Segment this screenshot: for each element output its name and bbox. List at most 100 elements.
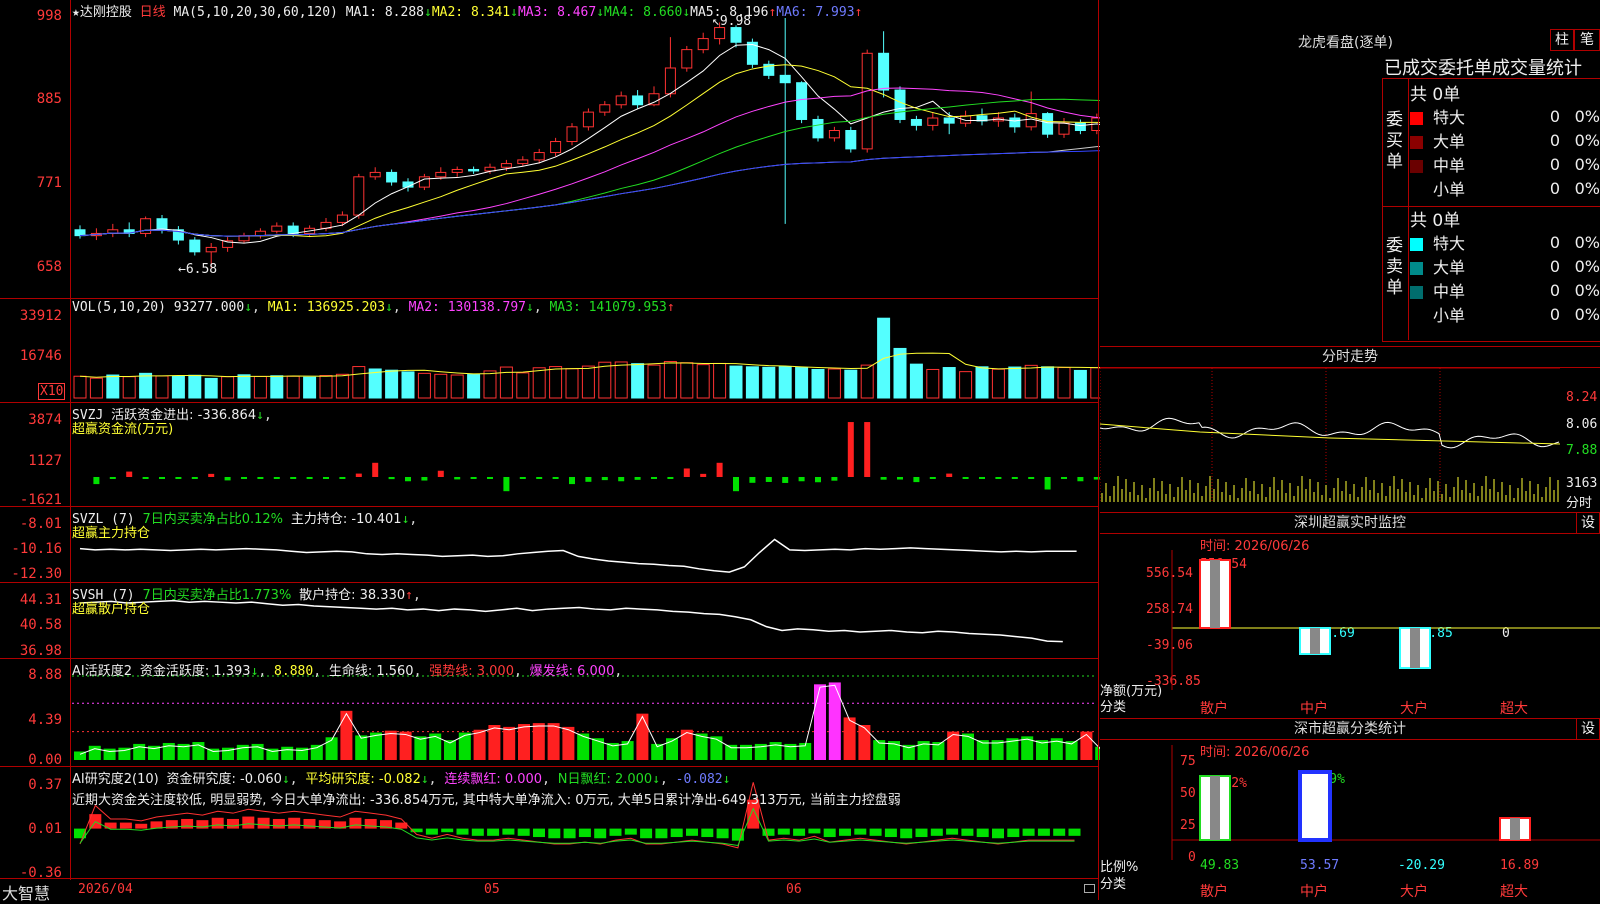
svsh-position: 散户持仓: 38.330 <box>299 588 406 603</box>
research-bar <box>823 828 836 838</box>
candle-body <box>189 239 201 253</box>
volume-bar <box>221 376 235 399</box>
research-bar <box>257 817 270 829</box>
candle-body <box>828 130 840 139</box>
research-bar <box>364 818 377 829</box>
volume-bar <box>417 372 431 399</box>
fund-flow-bar <box>159 476 165 479</box>
row-value: 0 <box>1549 256 1560 276</box>
svsh-subtitle: 超赢散户持仓 <box>72 602 151 617</box>
fund-flow-bar <box>257 476 264 479</box>
row-label: 中单 <box>1433 282 1466 301</box>
research-bar <box>670 828 683 838</box>
activity-bar <box>325 737 338 760</box>
volume-bar <box>89 377 103 399</box>
fund-flow-bar <box>437 470 444 477</box>
svsh-tick-2: 40.58 <box>19 617 62 633</box>
svzl-arrow: ↓ <box>401 512 410 527</box>
bar-mode-button[interactable]: 柱 <box>1550 29 1574 51</box>
activity-bar <box>488 725 501 760</box>
buy-stats-table: 特大 0 0% 大单 0 0% 中单 0 0% 小单 0 0% <box>1410 104 1600 200</box>
volume-bar <box>401 371 415 399</box>
volume-bar <box>860 364 874 399</box>
volume-bar <box>319 375 333 399</box>
volume-bar <box>106 374 120 399</box>
fund-flow-bar <box>208 473 215 477</box>
volume-bar <box>795 367 809 399</box>
sell-side-label: 委卖单 <box>1386 236 1403 298</box>
volume-bar <box>73 375 87 399</box>
svzj-tick-2: 1127 <box>28 453 62 469</box>
main-position-line <box>79 538 1077 573</box>
lock-icon[interactable] <box>1084 884 1095 893</box>
color-swatch-none <box>1410 184 1423 197</box>
vol-ma1-arrow: ↓ <box>385 300 393 315</box>
activity-bar <box>310 744 323 760</box>
period-label[interactable]: 日线 <box>140 5 166 20</box>
color-swatch-darkred <box>1410 136 1423 149</box>
activity-bar <box>355 735 368 760</box>
research-bar <box>1022 828 1035 836</box>
research-bar <box>884 828 897 838</box>
research-bar <box>854 828 867 835</box>
fund-flow-bar <box>651 476 657 479</box>
vol-ma2-arrow: ↓ <box>525 300 534 315</box>
vol-ma1: MA1: 136925.203 <box>267 300 386 315</box>
volume-bar <box>811 368 825 399</box>
price-tick-4: 658 <box>36 259 62 275</box>
fund-flow-bar <box>897 476 903 480</box>
row-pct: 0% <box>1574 178 1600 198</box>
candle-body <box>386 171 398 183</box>
candle-body <box>779 74 791 84</box>
candle-body <box>599 104 611 113</box>
candle-body <box>1009 117 1021 128</box>
volume-bar <box>909 363 923 399</box>
fund-flow-bar <box>355 473 362 477</box>
activity-bar <box>518 724 530 760</box>
research-bar <box>1007 828 1020 838</box>
candle-body <box>714 27 726 40</box>
activity-bar <box>1080 731 1093 760</box>
candle-body <box>336 214 348 223</box>
ai-research-tick-2: 0.01 <box>28 821 62 837</box>
ai-active-tick-1: 8.88 <box>28 667 62 683</box>
fund-flow-bar <box>1061 476 1067 479</box>
volume-bar <box>139 372 153 399</box>
fund-flow-bar <box>241 476 247 479</box>
buy-row-m: 中单 0 0% <box>1410 152 1600 176</box>
row-pct: 0% <box>1574 232 1600 252</box>
tick-mode-button[interactable]: 笔 <box>1574 29 1600 51</box>
svzl-position: 主力持仓: -10.401 <box>290 512 402 527</box>
fund-flow-bar <box>323 476 329 479</box>
buy-row-xl: 特大 0 0% <box>1410 104 1600 128</box>
sell-total: 共 0单 <box>1410 211 1461 231</box>
vol-tick-2: 16746 <box>19 348 62 364</box>
activity-bar <box>710 736 723 760</box>
volume-bar <box>631 363 645 399</box>
research-bar <box>686 828 698 836</box>
vol-ma3: MA3: 141079.953 <box>549 300 667 315</box>
research-bar <box>594 828 607 839</box>
svzj-tick-1: 3874 <box>28 412 62 428</box>
indicator-charts <box>72 18 1100 849</box>
research-bar <box>839 828 851 836</box>
fund-flow-bar <box>191 476 198 479</box>
activity-bar <box>88 745 101 760</box>
brand-label[interactable]: 大智慧 <box>2 880 50 904</box>
activity-bar <box>814 684 826 760</box>
volume-bar <box>762 366 776 399</box>
strong-line-value: 强势线: 3.000 <box>429 664 514 679</box>
volume-bar <box>188 374 202 399</box>
volume-bar <box>499 366 513 399</box>
fund-flow-bar <box>913 476 920 483</box>
research-bar <box>624 828 637 835</box>
stock-name[interactable]: 达刚控股 <box>80 5 132 20</box>
vol-value: 93277.000 <box>173 300 245 315</box>
row-pct: 0% <box>1574 106 1600 126</box>
fund-flow-bar <box>798 476 805 482</box>
volume-bar <box>713 362 727 399</box>
volume-bar <box>335 373 349 399</box>
fund-flow-bar <box>536 476 543 479</box>
candle-body <box>1074 122 1086 131</box>
fund-flow-bar <box>306 476 313 479</box>
